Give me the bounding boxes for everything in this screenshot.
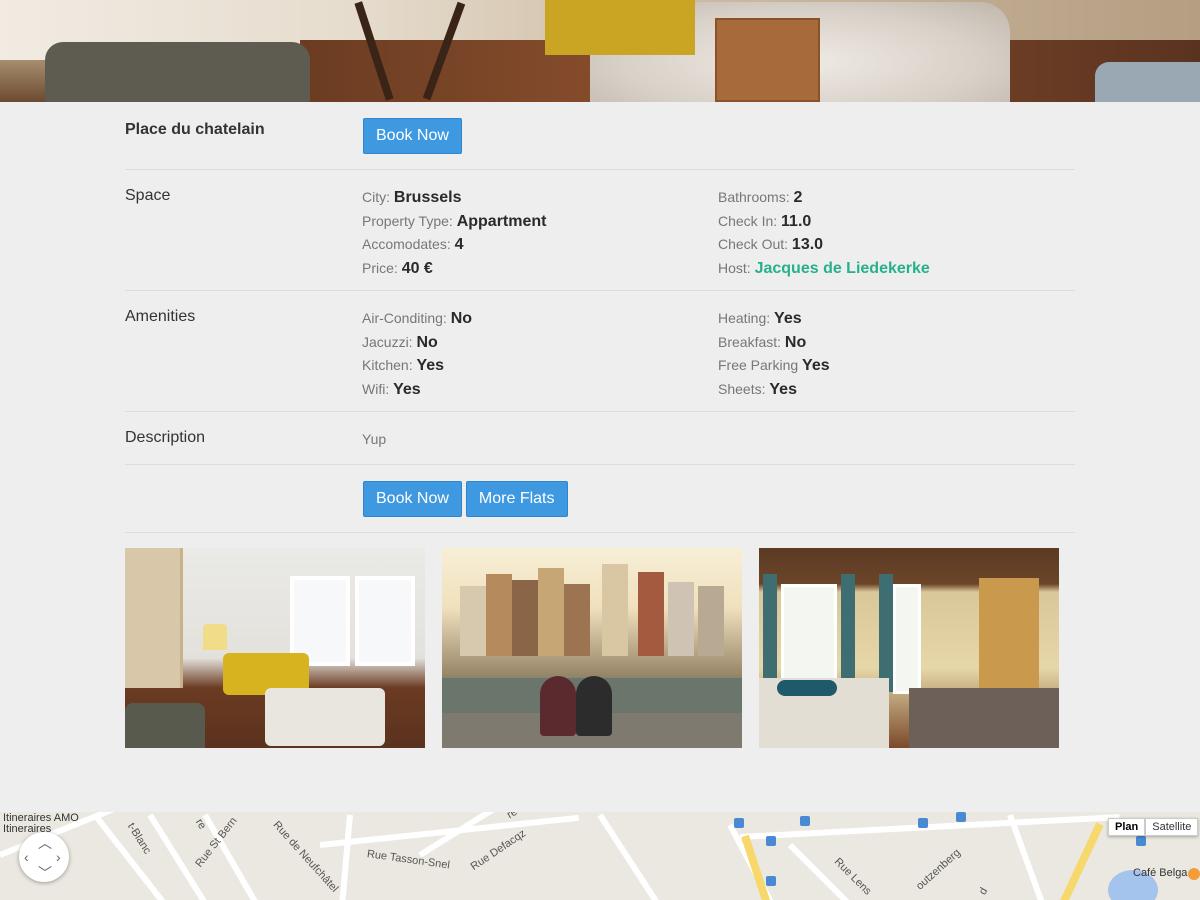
space-price: Price: 40 € xyxy=(362,259,433,277)
amenity-free-parking: Free Parking Yes xyxy=(718,357,830,374)
amenity-kitchen: Kitchen: Yes xyxy=(362,357,445,374)
actions-row: Book Now More Flats xyxy=(125,465,1075,533)
space-check-out: Check Out: 13.0 xyxy=(718,236,824,253)
listing-details: Place du chatelain Book Now Space City: … xyxy=(125,102,1075,533)
amenity-jacuzzi: Jacuzzi: No xyxy=(362,333,438,351)
map-label-tasson-snel: Rue Tasson-Snel xyxy=(366,848,451,872)
book-now-button[interactable]: Book Now xyxy=(363,481,462,517)
map-label-cafe-belga: Café Belga xyxy=(1133,867,1188,879)
amenities-label: Amenities xyxy=(125,308,196,325)
space-property-type: Property Type: Appartment xyxy=(362,212,547,230)
pan-down-icon[interactable]: ﹀ xyxy=(38,866,52,880)
photo-gallery xyxy=(125,548,1059,748)
pan-up-icon[interactable]: ︿ xyxy=(38,836,52,850)
amenity-air-conditioning: Air-Conditing: No xyxy=(362,310,473,327)
map-label-blanc: t-Blanc xyxy=(124,820,154,857)
amenity-sheets: Sheets: Yes xyxy=(718,380,797,398)
amenity-breakfast: Breakfast: No xyxy=(718,333,807,351)
transit-icon xyxy=(734,818,744,828)
book-now-button-top[interactable]: Book Now xyxy=(363,118,462,154)
space-row: Space City: Brussels Property Type: Appa… xyxy=(125,170,1075,291)
space-city: City: Brussels xyxy=(362,189,462,206)
transit-icon xyxy=(918,818,928,828)
gallery-photo-living-room[interactable] xyxy=(125,548,425,748)
transit-icon xyxy=(766,876,776,886)
space-check-in: Check In: 11.0 xyxy=(718,212,812,230)
transit-icon xyxy=(956,812,966,822)
more-flats-button[interactable]: More Flats xyxy=(465,481,568,517)
description-row: Description Yup xyxy=(125,412,1075,465)
map-type-plan-button[interactable]: Plan xyxy=(1108,818,1146,836)
gallery-photo-canal[interactable] xyxy=(442,548,742,748)
cafe-icon xyxy=(1188,868,1200,880)
location-map[interactable]: Itineraires AMO Itineraires t-Blanc Rue … xyxy=(0,812,1200,900)
amenities-right-column: Heating: Yes Breakfast: No Free Parking … xyxy=(718,307,830,401)
listing-title-row: Place du chatelain Book Now xyxy=(125,102,1075,170)
space-label: Space xyxy=(125,187,171,204)
space-host: Host: Jacques de Liedekerke xyxy=(718,259,930,277)
transit-icon xyxy=(1136,836,1146,846)
listing-name: Place du chatelain xyxy=(125,121,265,138)
amenities-left-column: Air-Conditing: No Jacuzzi: No Kitchen: Y… xyxy=(362,307,472,401)
pan-right-icon[interactable]: › xyxy=(56,850,61,864)
map-label-putzenberg: outzenberg xyxy=(913,846,963,893)
transit-icon xyxy=(766,836,776,846)
map-label-re-2: re xyxy=(505,812,520,822)
transit-icon xyxy=(800,816,810,826)
map-type-control: Plan Satellite xyxy=(1108,818,1199,836)
amenities-row: Amenities Air-Conditing: No Jacuzzi: No … xyxy=(125,291,1075,412)
description-label: Description xyxy=(125,429,206,446)
gallery-photo-bedroom[interactable] xyxy=(759,548,1059,748)
map-label-neufchatel: Rue de Neufchâtel xyxy=(270,818,341,895)
space-left-column: City: Brussels Property Type: Appartment… xyxy=(362,186,546,280)
map-type-satellite-button[interactable]: Satellite xyxy=(1145,818,1199,836)
amenity-heating: Heating: Yes xyxy=(718,310,802,327)
map-label-d: d xyxy=(976,885,991,897)
host-link[interactable]: Jacques de Liedekerke xyxy=(755,260,930,277)
space-right-column: Bathrooms: 2 Check In: 11.0 Check Out: 1… xyxy=(718,186,930,280)
map-pan-control[interactable]: ︿ ﹀ ‹ › xyxy=(19,832,69,882)
amenity-wifi: Wifi: Yes xyxy=(362,380,421,398)
pan-left-icon[interactable]: ‹ xyxy=(24,850,29,864)
description-value: Yup xyxy=(362,431,387,447)
space-bathrooms: Bathrooms: 2 xyxy=(718,189,803,206)
space-accomodates: Accomodates: 4 xyxy=(362,236,464,253)
hero-image xyxy=(0,0,1200,102)
map-label-defacqz: Rue Defacqz xyxy=(468,827,529,873)
